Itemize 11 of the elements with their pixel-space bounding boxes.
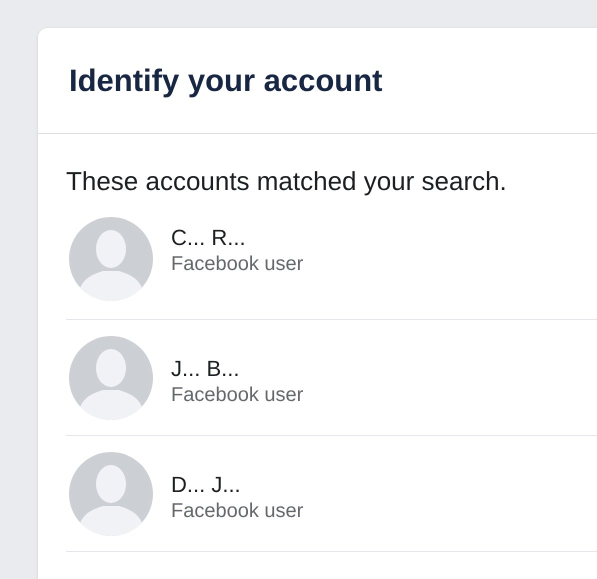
avatar-icon[interactable]	[69, 336, 153, 420]
avatar-icon[interactable]	[69, 217, 153, 302]
intro-text: These accounts matched your search.	[66, 166, 508, 198]
card-title: Identify your account	[69, 65, 382, 96]
account-subtitle: Facebook user	[171, 498, 304, 523]
account-name[interactable]: J... B...	[171, 356, 304, 383]
account-subtitle: Facebook user	[171, 252, 304, 276]
account-name[interactable]: D... J...	[171, 472, 304, 499]
avatar-icon[interactable]	[69, 452, 153, 536]
account-name[interactable]: C... R...	[171, 225, 304, 252]
account-subtitle: Facebook user	[171, 382, 304, 407]
